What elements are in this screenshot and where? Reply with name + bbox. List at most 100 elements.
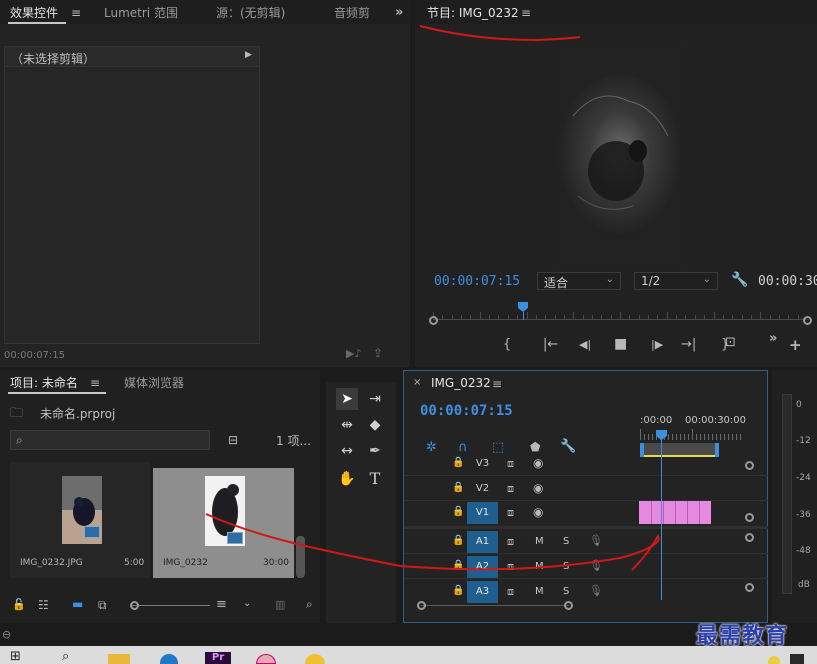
hand-tool-icon[interactable]: ✋ (336, 468, 358, 490)
go-to-out-icon[interactable]: →| (681, 338, 696, 351)
slip-tool-icon[interactable]: ↔ (336, 440, 358, 462)
program-scrubber[interactable] (433, 302, 807, 324)
scroll-knob[interactable] (417, 601, 426, 610)
search-icon[interactable]: ⌕ (306, 598, 313, 610)
playhead[interactable] (518, 302, 528, 312)
menu-icon[interactable]: ≡ (71, 7, 81, 19)
status-bar: ⊖ (0, 626, 817, 646)
effect-controls-timecode: 00:00:07:15 (4, 350, 66, 361)
lock-icon[interactable]: 🔒 (452, 483, 464, 493)
effect-controls-area: （未选择剪辑） ▶ (4, 46, 260, 344)
status-icon: ⊖ (2, 628, 12, 641)
audio-only-icon[interactable]: ▶♪ (346, 348, 361, 359)
timeline-h-scrollbar[interactable] (421, 605, 569, 606)
annotation-underline (419, 25, 581, 42)
track-select-tool-icon[interactable]: ⇥ (364, 388, 386, 410)
close-icon[interactable]: × (413, 378, 421, 388)
tab-project[interactable]: 项目: 未命名 (10, 374, 78, 391)
program-duration: 00:00:30 (758, 274, 817, 289)
tab-source[interactable]: 源：(无剪辑) (216, 4, 285, 21)
stop-icon[interactable]: ■ (614, 337, 627, 351)
edge-icon[interactable] (160, 654, 178, 664)
chevron-down-icon: ⌄ (605, 274, 614, 285)
scroll-start-knob[interactable] (429, 316, 438, 325)
wrench-icon[interactable]: 🔧 (731, 273, 748, 287)
menu-icon[interactable]: ≡ (492, 378, 502, 390)
chevron-down-icon: ⌄ (702, 274, 711, 285)
program-monitor: 00:00:07:15 适合 ⌄ 1/2 ⌄ 🔧 00:00:30 { |← ◀… (415, 24, 817, 367)
automate-icon[interactable]: ▥ (275, 599, 285, 610)
audio-meters-panel: 0 -12 -24 -36 -48 dB (772, 370, 817, 623)
mark-in-icon[interactable]: { (503, 338, 511, 351)
tab-audio-mixer[interactable]: 音频剪 (334, 4, 372, 21)
lock-icon[interactable]: 🔒 (452, 586, 464, 596)
track-v3-label[interactable]: V3 (467, 453, 498, 475)
icon-view-icon[interactable]: ▬ (72, 598, 83, 610)
search-icon[interactable]: ⌕ (62, 650, 69, 663)
app-icon[interactable] (256, 654, 276, 664)
eye-icon[interactable]: ◉ (533, 457, 543, 469)
timeline-timecode[interactable]: 00:00:07:15 (420, 403, 513, 419)
track-a3-label[interactable]: A3 (467, 581, 498, 603)
menu-icon[interactable]: ≡ (90, 377, 100, 389)
lock-icon[interactable]: 🔒 (452, 458, 464, 468)
razor-tool-icon[interactable]: ◆ (364, 414, 386, 436)
tab-sequence[interactable]: IMG_0232 (431, 376, 491, 390)
new-bin-icon[interactable]: ⊟ (228, 434, 238, 446)
chevron-down-icon[interactable]: ⌄ (243, 599, 251, 609)
meter-unit: dB (798, 580, 810, 590)
zoom-slider-knob[interactable] (130, 601, 139, 610)
sync-lock-icon[interactable]: ⧈ (507, 483, 514, 494)
start-icon[interactable]: ⊞ (10, 650, 21, 663)
mute-button[interactable]: M (535, 586, 544, 597)
project-item[interactable]: IMG_0232.JPG 5:00 (10, 462, 150, 578)
eye-icon[interactable]: ◉ (533, 482, 543, 494)
scroll-knob[interactable] (745, 513, 754, 522)
tab-effect-controls[interactable]: 效果控件 (10, 4, 58, 21)
scroll-knob[interactable] (745, 583, 754, 592)
export-icon[interactable]: ⇪ (373, 347, 383, 359)
chrome-icon[interactable] (305, 654, 325, 664)
export-frame-icon[interactable]: ⊡ (725, 336, 736, 349)
tray-icon[interactable] (790, 654, 804, 664)
more-tabs-icon[interactable]: » (395, 6, 403, 19)
selection-tool-icon[interactable]: ➤ (336, 388, 358, 410)
sync-lock-icon[interactable]: ⧈ (507, 586, 514, 597)
microphone-icon[interactable]: 🎙 (589, 585, 603, 596)
program-timecode[interactable]: 00:00:07:15 (434, 274, 520, 289)
more-controls-icon[interactable]: » (769, 332, 777, 345)
solo-button[interactable]: S (563, 586, 569, 597)
fit-dropdown[interactable]: 适合 ⌄ (537, 272, 621, 290)
meter-scale: -36 (796, 510, 811, 520)
sync-lock-icon[interactable]: ⧈ (507, 458, 514, 469)
tab-media-browser[interactable]: 媒体浏览器 (124, 374, 184, 391)
step-back-icon[interactable]: ◀| (579, 339, 591, 350)
effect-controls-tabbar: 效果控件 ≡ Lumetri 范围 源：(无剪辑) 音频剪 » (0, 0, 410, 24)
pen-tool-icon[interactable]: ✒ (364, 440, 386, 462)
scroll-knob[interactable] (564, 601, 573, 610)
step-forward-icon[interactable]: |▶ (651, 339, 663, 350)
taskbar: ⊞ ⌕ Pr (0, 646, 817, 664)
list-view-icon[interactable]: ☷ (38, 599, 49, 611)
tray-icon[interactable] (768, 656, 780, 664)
project-search-input[interactable]: ⌕ (10, 430, 210, 450)
resolution-dropdown[interactable]: 1/2 ⌄ (634, 272, 718, 290)
go-to-in-icon[interactable]: |← (543, 338, 558, 351)
premiere-icon[interactable]: Pr (205, 652, 231, 664)
ripple-edit-tool-icon[interactable]: ⇹ (336, 414, 358, 436)
resolution-value: 1/2 (641, 274, 661, 288)
sort-icon[interactable]: ≡ (216, 598, 227, 611)
tab-lumetri-scopes[interactable]: Lumetri 范围 (104, 4, 178, 21)
lock-icon[interactable]: 🔓 (12, 599, 26, 610)
scroll-knob[interactable] (745, 533, 754, 542)
file-explorer-icon[interactable] (108, 654, 130, 664)
type-tool-icon[interactable]: T (364, 468, 386, 490)
freeform-view-icon[interactable]: ⧉ (98, 599, 107, 611)
tools-panel: ➤ ⇥ ⇹ ◆ ↔ ✒ ✋ T (326, 382, 396, 623)
zoom-slider[interactable] (130, 605, 210, 606)
scroll-end-knob[interactable] (803, 316, 812, 325)
scroll-knob[interactable] (745, 461, 754, 470)
expand-arrow-icon[interactable]: ▶ (245, 51, 252, 60)
add-button-icon[interactable]: + (789, 338, 802, 353)
track-v2-label[interactable]: V2 (467, 478, 498, 500)
